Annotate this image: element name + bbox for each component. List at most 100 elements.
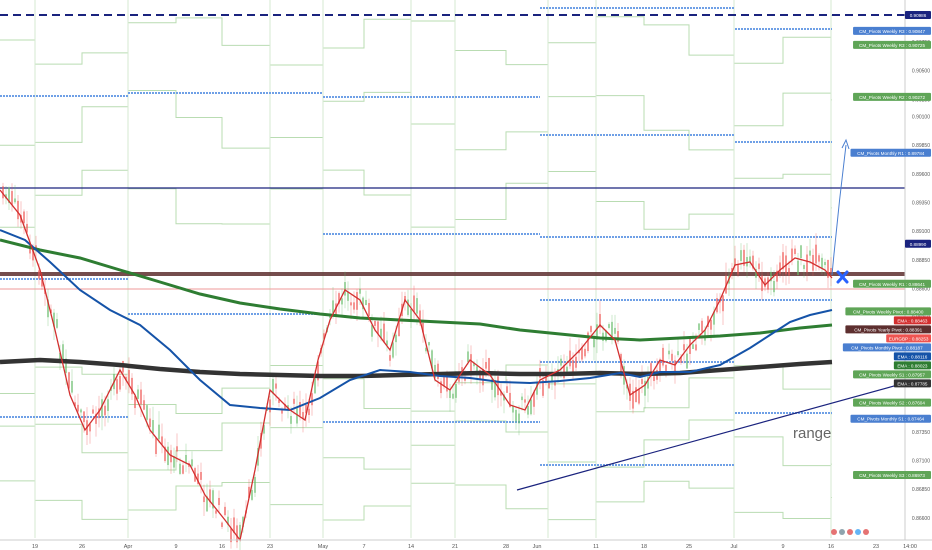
candle-body xyxy=(395,334,397,343)
price-tick-label: 0.87100 xyxy=(912,458,930,464)
candle-body xyxy=(389,355,391,361)
time-axis-label: Jun xyxy=(533,544,542,550)
candle-body xyxy=(722,295,724,312)
candle-body xyxy=(17,200,19,220)
price-label-text: CM_Pivots Weekly Pivot : 0.88400 xyxy=(853,309,924,314)
price-scale[interactable] xyxy=(905,0,932,550)
candle-body xyxy=(818,255,820,262)
candle-body xyxy=(797,260,799,276)
candle-body xyxy=(758,263,760,270)
candle-body xyxy=(200,472,202,480)
time-axis-label: May xyxy=(318,544,329,550)
settings-icon[interactable] xyxy=(831,529,837,535)
candle-body xyxy=(584,348,586,357)
candle-body xyxy=(590,326,592,333)
time-axis-label: 14 xyxy=(408,544,414,550)
price-label-text: CM_Pivots Weekly R3 : 0.90725 xyxy=(859,43,925,48)
candle-body xyxy=(821,257,823,269)
alert-icon[interactable] xyxy=(839,529,845,535)
price-tick-label: 0.88850 xyxy=(912,258,930,264)
flag-icon[interactable] xyxy=(847,529,853,535)
candle-body xyxy=(686,353,688,369)
candle-body xyxy=(104,405,106,416)
candle-body xyxy=(476,366,478,372)
candle-body xyxy=(524,399,526,403)
price-label-text: EMA : 0.88116 xyxy=(898,354,928,359)
candle-body xyxy=(518,413,520,424)
candle-body xyxy=(560,358,562,366)
candle-body xyxy=(221,522,223,527)
time-axis-label: 9 xyxy=(781,544,784,550)
time-axis-label: 7 xyxy=(362,544,365,550)
candle-body xyxy=(692,344,694,349)
candle-body xyxy=(143,400,145,410)
candle-body xyxy=(407,299,409,315)
candle-body xyxy=(116,379,118,394)
candle-body xyxy=(83,411,85,423)
candle-body xyxy=(521,396,523,401)
candle-body xyxy=(167,446,169,466)
candle-body xyxy=(635,387,637,403)
candle-body xyxy=(155,438,157,454)
time-axis-label: 16 xyxy=(828,544,834,550)
candle-body xyxy=(611,321,613,338)
candle-body xyxy=(365,299,367,306)
candle-body xyxy=(512,406,514,413)
candle-body xyxy=(515,409,517,422)
candle-body xyxy=(281,410,283,414)
candle-body xyxy=(773,280,775,293)
price-label-text: CM_Pivots Yearly Pivot : 0.88391 xyxy=(854,327,922,332)
candle-body xyxy=(614,327,616,334)
time-axis-label: Jul xyxy=(730,544,737,550)
candle-body xyxy=(428,342,430,346)
price-label-text: CM_Pivots Monthly Pivot : 0.88187 xyxy=(851,345,923,350)
price-tick-label: 0.89850 xyxy=(912,143,930,149)
candle-body xyxy=(761,275,763,292)
price-label-text: CM_Pivots Weekly R3 : 0.90847 xyxy=(859,29,925,34)
candle-body xyxy=(251,490,253,500)
candle-body xyxy=(575,356,577,368)
candle-body xyxy=(737,264,739,275)
candle-body xyxy=(290,415,292,424)
price-tick-label: 0.87350 xyxy=(912,430,930,436)
candle-body xyxy=(293,398,295,404)
candle-body xyxy=(800,245,802,258)
price-chart: range 0.907500.905000.902500.901000.8985… xyxy=(0,0,932,550)
candle-body xyxy=(455,384,457,398)
time-axis-label: 11 xyxy=(593,544,599,550)
candle-body xyxy=(149,418,151,428)
price-label-text: CM_Pivots Weekly S3 : 0.86973 xyxy=(859,473,925,478)
candle-body xyxy=(413,295,415,312)
time-axis-label: 23 xyxy=(873,544,879,550)
price-label-text: EMA : 0.88023 xyxy=(897,363,928,368)
event-icon[interactable] xyxy=(855,529,861,535)
candle-body xyxy=(203,496,205,503)
candle-body xyxy=(272,379,274,394)
news-icon[interactable] xyxy=(863,529,869,535)
price-label-text: CM_Pivots Monthly R1 : 0.89784 xyxy=(857,151,925,156)
candle-body xyxy=(746,257,748,267)
candle-body xyxy=(410,308,412,321)
candle-body xyxy=(653,376,655,382)
time-axis-label: 25 xyxy=(686,544,692,550)
price-label-text: 0.90986 xyxy=(910,13,927,18)
time-axis-label: 21 xyxy=(452,544,458,550)
candle-body xyxy=(350,302,352,306)
candle-body xyxy=(530,399,532,415)
price-label-text: EMA : 0.88463 xyxy=(897,318,928,323)
candle-body xyxy=(224,506,226,516)
candle-body xyxy=(749,256,751,263)
candle-body xyxy=(368,303,370,316)
candle-body xyxy=(788,268,790,276)
price-tick-label: 0.86600 xyxy=(912,516,930,522)
candle-body xyxy=(470,354,472,373)
candle-body xyxy=(215,510,217,514)
candle-body xyxy=(779,262,781,274)
candle-body xyxy=(176,446,178,452)
candle-body xyxy=(449,390,451,398)
candle-body xyxy=(641,379,643,384)
candle-body xyxy=(314,378,316,394)
time-axis-label: 26 xyxy=(79,544,85,550)
price-tick-label: 0.89350 xyxy=(912,201,930,207)
price-tick-label: 0.86850 xyxy=(912,487,930,493)
